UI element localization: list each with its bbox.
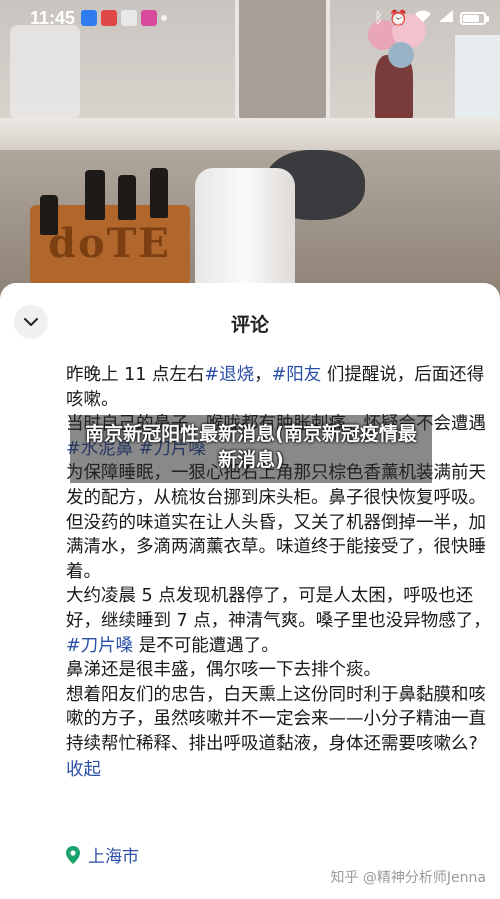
sheet-title: 评论 xyxy=(230,313,269,336)
app-notification-icon xyxy=(81,10,98,26)
location-pin-icon xyxy=(66,845,80,864)
comment-paragraph: 鼻涕还是很丰盛，偶尔咳一下去排个痰。 xyxy=(66,658,491,683)
comment-text: 但没药的味道实在让人头昏，又关了机器倒掉一半，加满清水，多滴两滴薰衣草。味道终于… xyxy=(66,512,486,582)
comment-paragraph: 但没药的味道实在让人头昏，又关了机器倒掉一半，加满清水，多滴两滴薰衣草。味道终于… xyxy=(66,511,491,585)
bluetooth-icon: ᛒ xyxy=(374,9,384,27)
hashtag-link[interactable]: #刀片嗓 xyxy=(66,636,133,656)
comment-paragraph: 昨晚上 11 点左右#退烧，#阳友 们提醒说，后面还得咳嗽。 xyxy=(66,363,491,412)
comment-paragraph: 大约凌晨 5 点发现机器停了，可是人太困，呼吸也还好，继续睡到 7 点，神清气爽… xyxy=(66,584,491,658)
alarm-icon: ⏰ xyxy=(389,10,408,27)
comment-text: ， xyxy=(254,365,272,385)
watermark: 知乎 @精神分析师Jenna xyxy=(330,870,486,886)
battery-icon xyxy=(460,11,489,25)
hashtag-link[interactable]: #退烧 xyxy=(204,365,254,385)
signal-icon xyxy=(438,9,454,27)
comment-text: 昨晚上 11 点左右 xyxy=(66,365,205,385)
app-notification-icon xyxy=(121,10,138,26)
comment-text: 是不可能遭遇了。 xyxy=(133,635,279,656)
overlay-headline: 南京新冠阳性最新消息(南京新冠疫情最新消息) xyxy=(70,415,432,483)
hashtag-link[interactable]: #阳友 xyxy=(272,365,322,385)
comment-text: 想着阳友们的忠告，白天熏上这份同时利于鼻黏膜和咳嗽的方子，虽然咳嗽并不一定会来—… xyxy=(66,684,486,754)
collapse-text-link[interactable]: 收起 xyxy=(66,758,101,783)
status-bar: 11:45 ᛒ ⏰ xyxy=(0,0,500,36)
collapse-sheet-button[interactable] xyxy=(14,305,48,339)
chevron-down-icon xyxy=(24,317,38,326)
comment-text: 大约凌晨 5 点发现机器停了，可是人太困，呼吸也还好，继续睡到 7 点，神清气爽… xyxy=(66,586,491,631)
app-notification-icon xyxy=(141,10,158,26)
app-notification-icon xyxy=(161,15,168,21)
comment-text: 鼻涕还是很丰盛，偶尔咳一下去排个痰。 xyxy=(66,660,381,681)
background-photo: doTE xyxy=(0,0,500,300)
location-label: 上海市 xyxy=(88,847,139,867)
location-tag[interactable]: 上海市 xyxy=(66,842,139,867)
wifi-icon xyxy=(414,9,432,27)
comment-paragraph: 想着阳友们的忠告，白天熏上这份同时利于鼻黏膜和咳嗽的方子，虽然咳嗽并不一定会来—… xyxy=(66,683,491,757)
app-notification-icon xyxy=(101,10,118,26)
sheet-header: 评论 xyxy=(0,283,500,363)
status-time: 11:45 xyxy=(30,7,76,28)
